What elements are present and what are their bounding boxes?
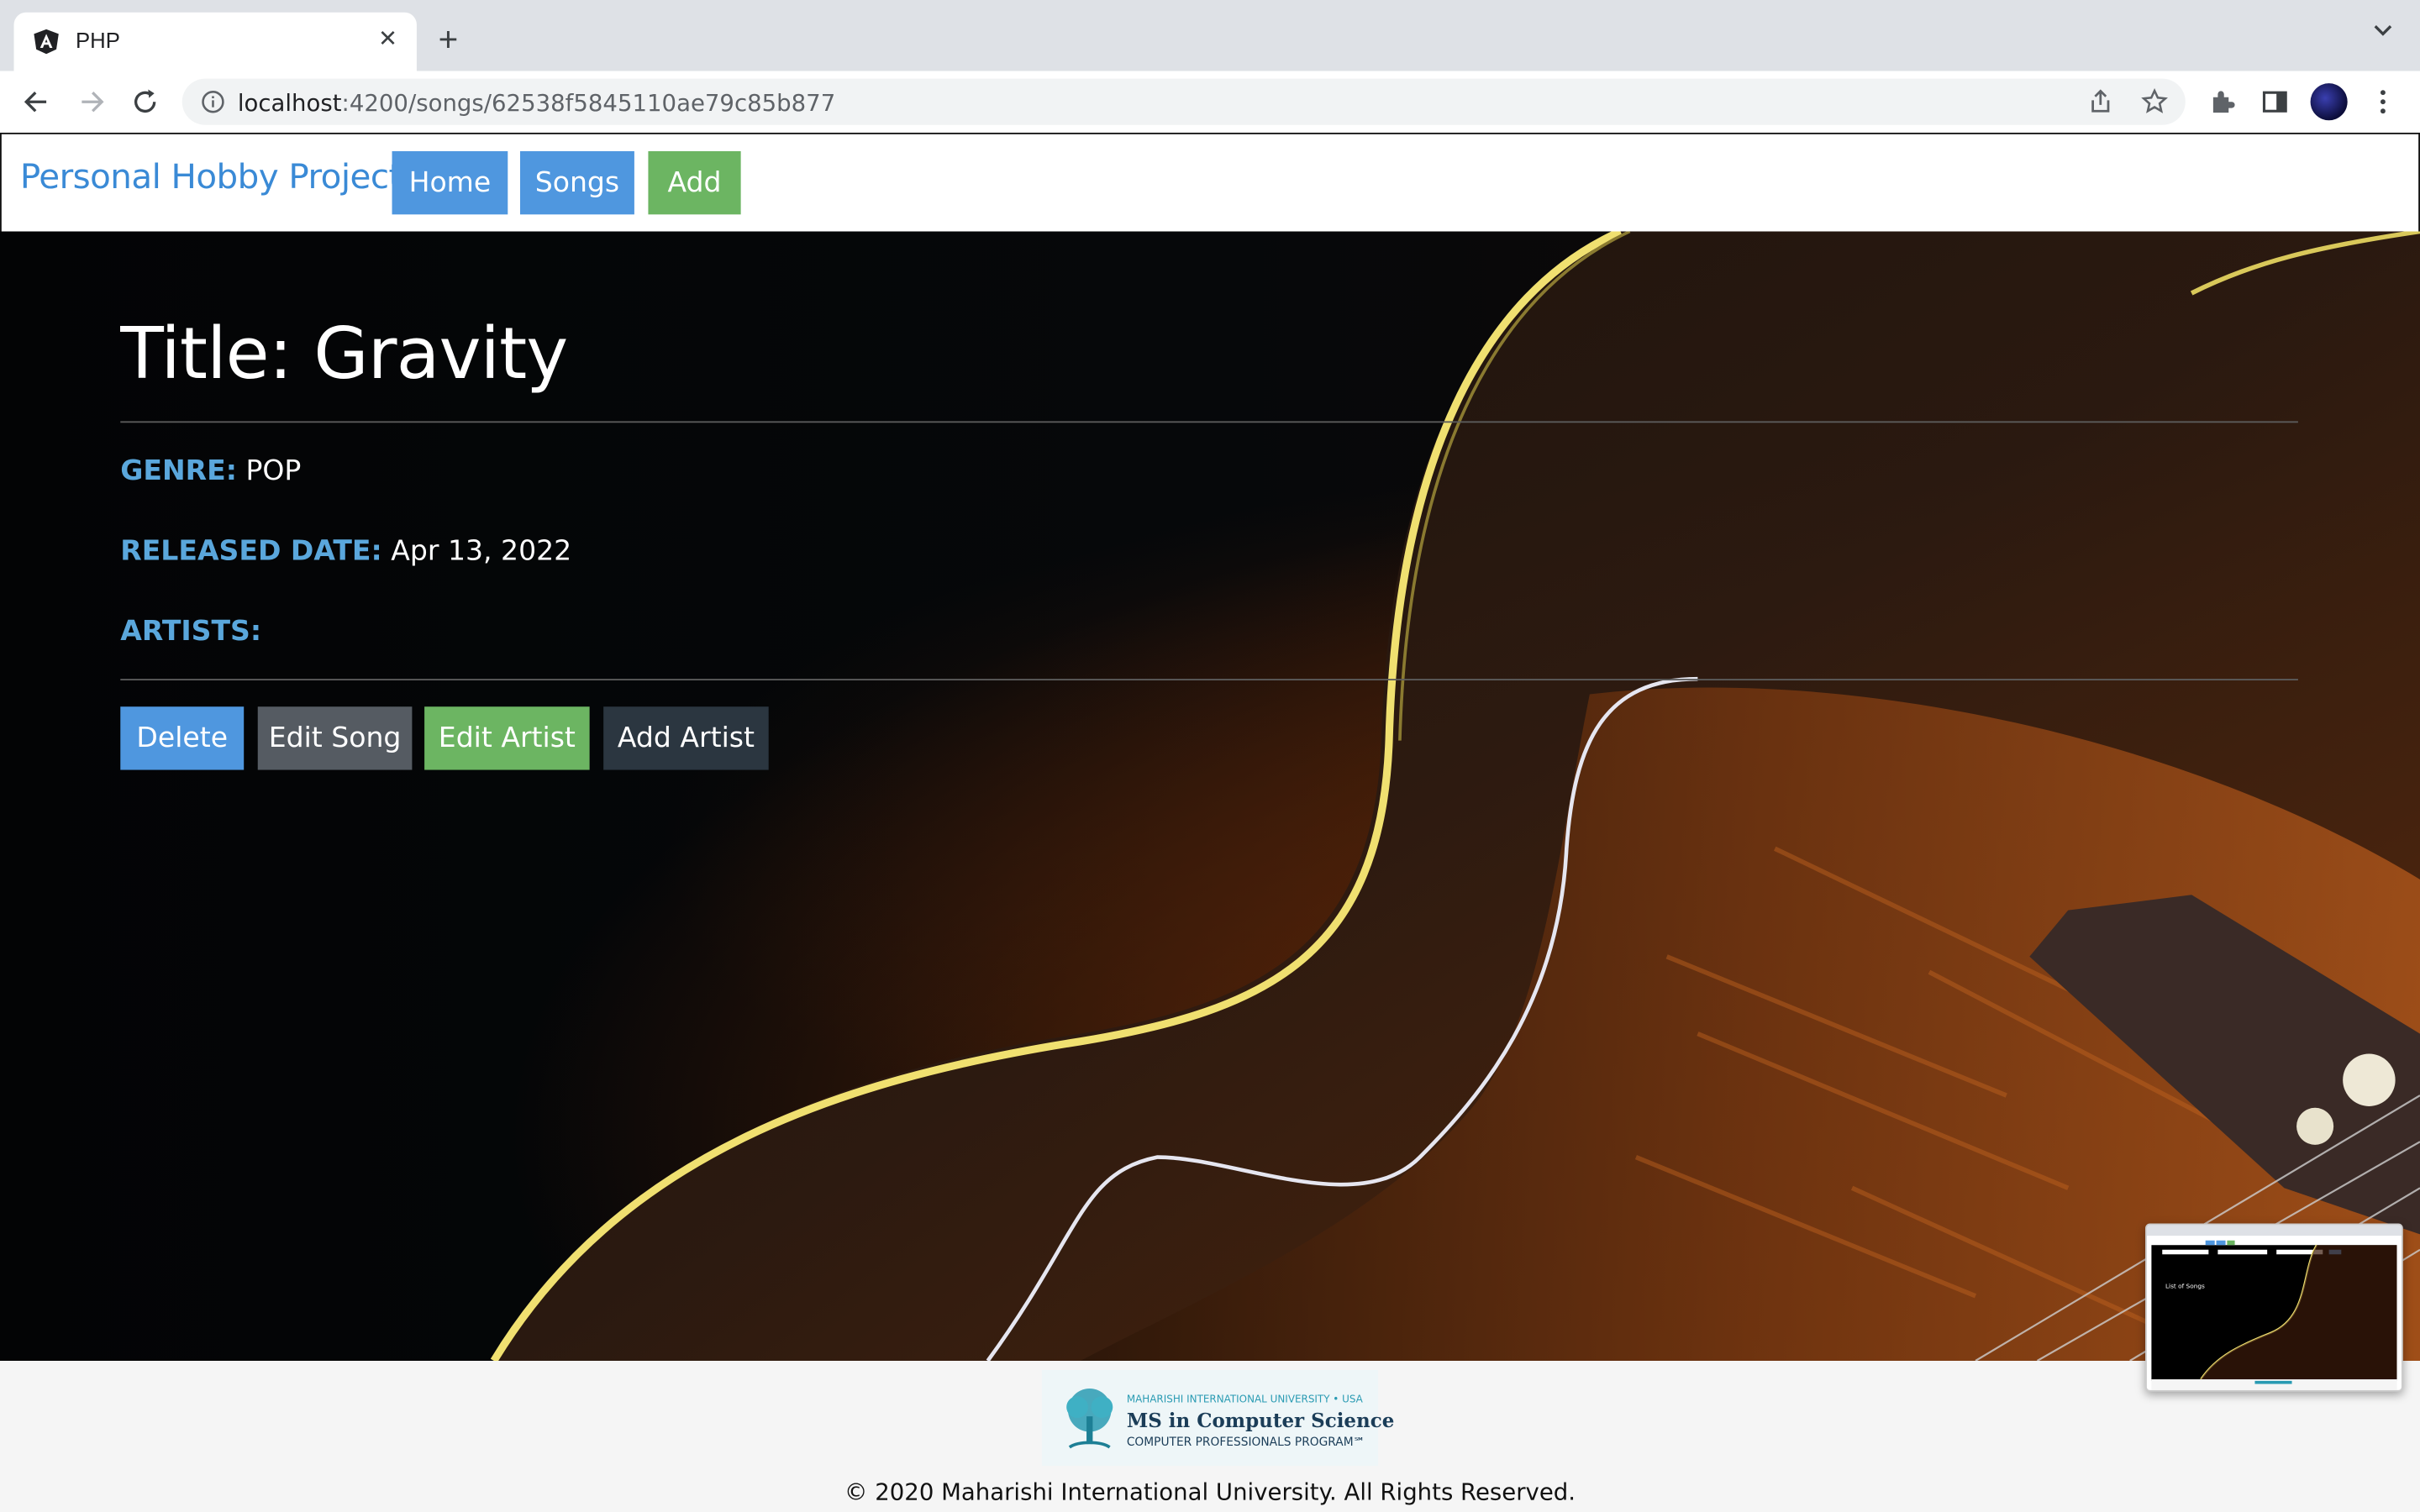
tab-title: PHP (76, 28, 120, 53)
site-info-icon[interactable] (201, 90, 225, 114)
pip-heading: List of Songs (2165, 1282, 2205, 1290)
copyright-text: © 2020 Maharishi International Universit… (844, 1478, 1576, 1506)
tab-close-icon[interactable]: ✕ (378, 26, 397, 54)
released-date-value: Apr 13, 2022 (391, 535, 572, 568)
song-detail-hero: Title: Gravity GENRE: POP RELEASED DATE:… (0, 231, 2420, 1361)
delete-button[interactable]: Delete (120, 706, 245, 770)
url-text[interactable]: localhost:4200/songs/62538f5845110ae79c8… (238, 90, 835, 118)
nav-home-button[interactable]: Home (392, 151, 508, 215)
edit-artist-button[interactable]: Edit Artist (424, 706, 590, 770)
university-logo: MAHARISHI INTERNATIONAL UNIVERSITY • USA… (1041, 1370, 1394, 1466)
brand-link[interactable]: Personal Hobby Project (20, 159, 402, 197)
share-icon[interactable] (2086, 88, 2114, 116)
reload-icon[interactable] (129, 87, 160, 118)
tab-search-chevron-icon[interactable] (2374, 24, 2392, 37)
extensions-puzzle-icon[interactable] (2207, 87, 2238, 118)
genre-value: POP (245, 454, 302, 488)
back-arrow-icon[interactable] (22, 87, 53, 118)
artists-row: ARTISTS: (120, 616, 261, 648)
released-date-row: RELEASED DATE: Apr 13, 2022 (120, 535, 571, 568)
artists-label: ARTISTS: (120, 615, 262, 648)
browser-tab-strip: PHP ✕ + (0, 0, 2420, 71)
divider-bottom (120, 679, 2298, 680)
app-navbar: Personal Hobby Project Home Songs Add (0, 132, 2420, 234)
divider-top (120, 421, 2298, 423)
bookmark-star-icon[interactable] (2141, 87, 2169, 116)
address-bar[interactable]: localhost:4200/songs/62538f5845110ae79c8… (182, 78, 2186, 125)
logo-program-subtitle: COMPUTER PROFESSIONALS PROGRAM℠ (1126, 1435, 1365, 1449)
pip-preview-image (2146, 1225, 2402, 1390)
new-tab-icon[interactable]: + (439, 21, 459, 59)
song-title: Title: Gravity (120, 312, 568, 396)
add-artist-button[interactable]: Add Artist (603, 706, 769, 770)
side-panel-icon[interactable] (2260, 87, 2291, 118)
tree-logo-icon (1066, 1389, 1113, 1449)
browser-tab[interactable]: PHP ✕ (13, 12, 417, 71)
genre-row: GENRE: POP (120, 455, 301, 488)
guitar-background-image (490, 231, 2420, 1361)
edit-song-button[interactable]: Edit Song (257, 706, 413, 770)
profile-avatar[interactable] (2310, 83, 2348, 121)
pip-preview-window[interactable]: List of Songs (2145, 1223, 2403, 1392)
nav-songs-button[interactable]: Songs (519, 151, 634, 215)
genre-label: GENRE: (120, 454, 237, 488)
footer: MAHARISHI INTERNATIONAL UNIVERSITY • USA… (0, 1361, 2420, 1512)
browser-toolbar: localhost:4200/songs/62538f5845110ae79c8… (0, 71, 2420, 134)
logo-university-line: MAHARISHI INTERNATIONAL UNIVERSITY • USA (1126, 1393, 1363, 1406)
angular-favicon-icon (34, 29, 59, 55)
logo-program-title: MS in Computer Science (1126, 1408, 1395, 1432)
nav-add-button[interactable]: Add (648, 151, 741, 215)
forward-arrow-icon[interactable] (76, 87, 107, 118)
released-date-label: RELEASED DATE: (120, 535, 382, 568)
browser-menu-icon[interactable] (2368, 87, 2399, 118)
